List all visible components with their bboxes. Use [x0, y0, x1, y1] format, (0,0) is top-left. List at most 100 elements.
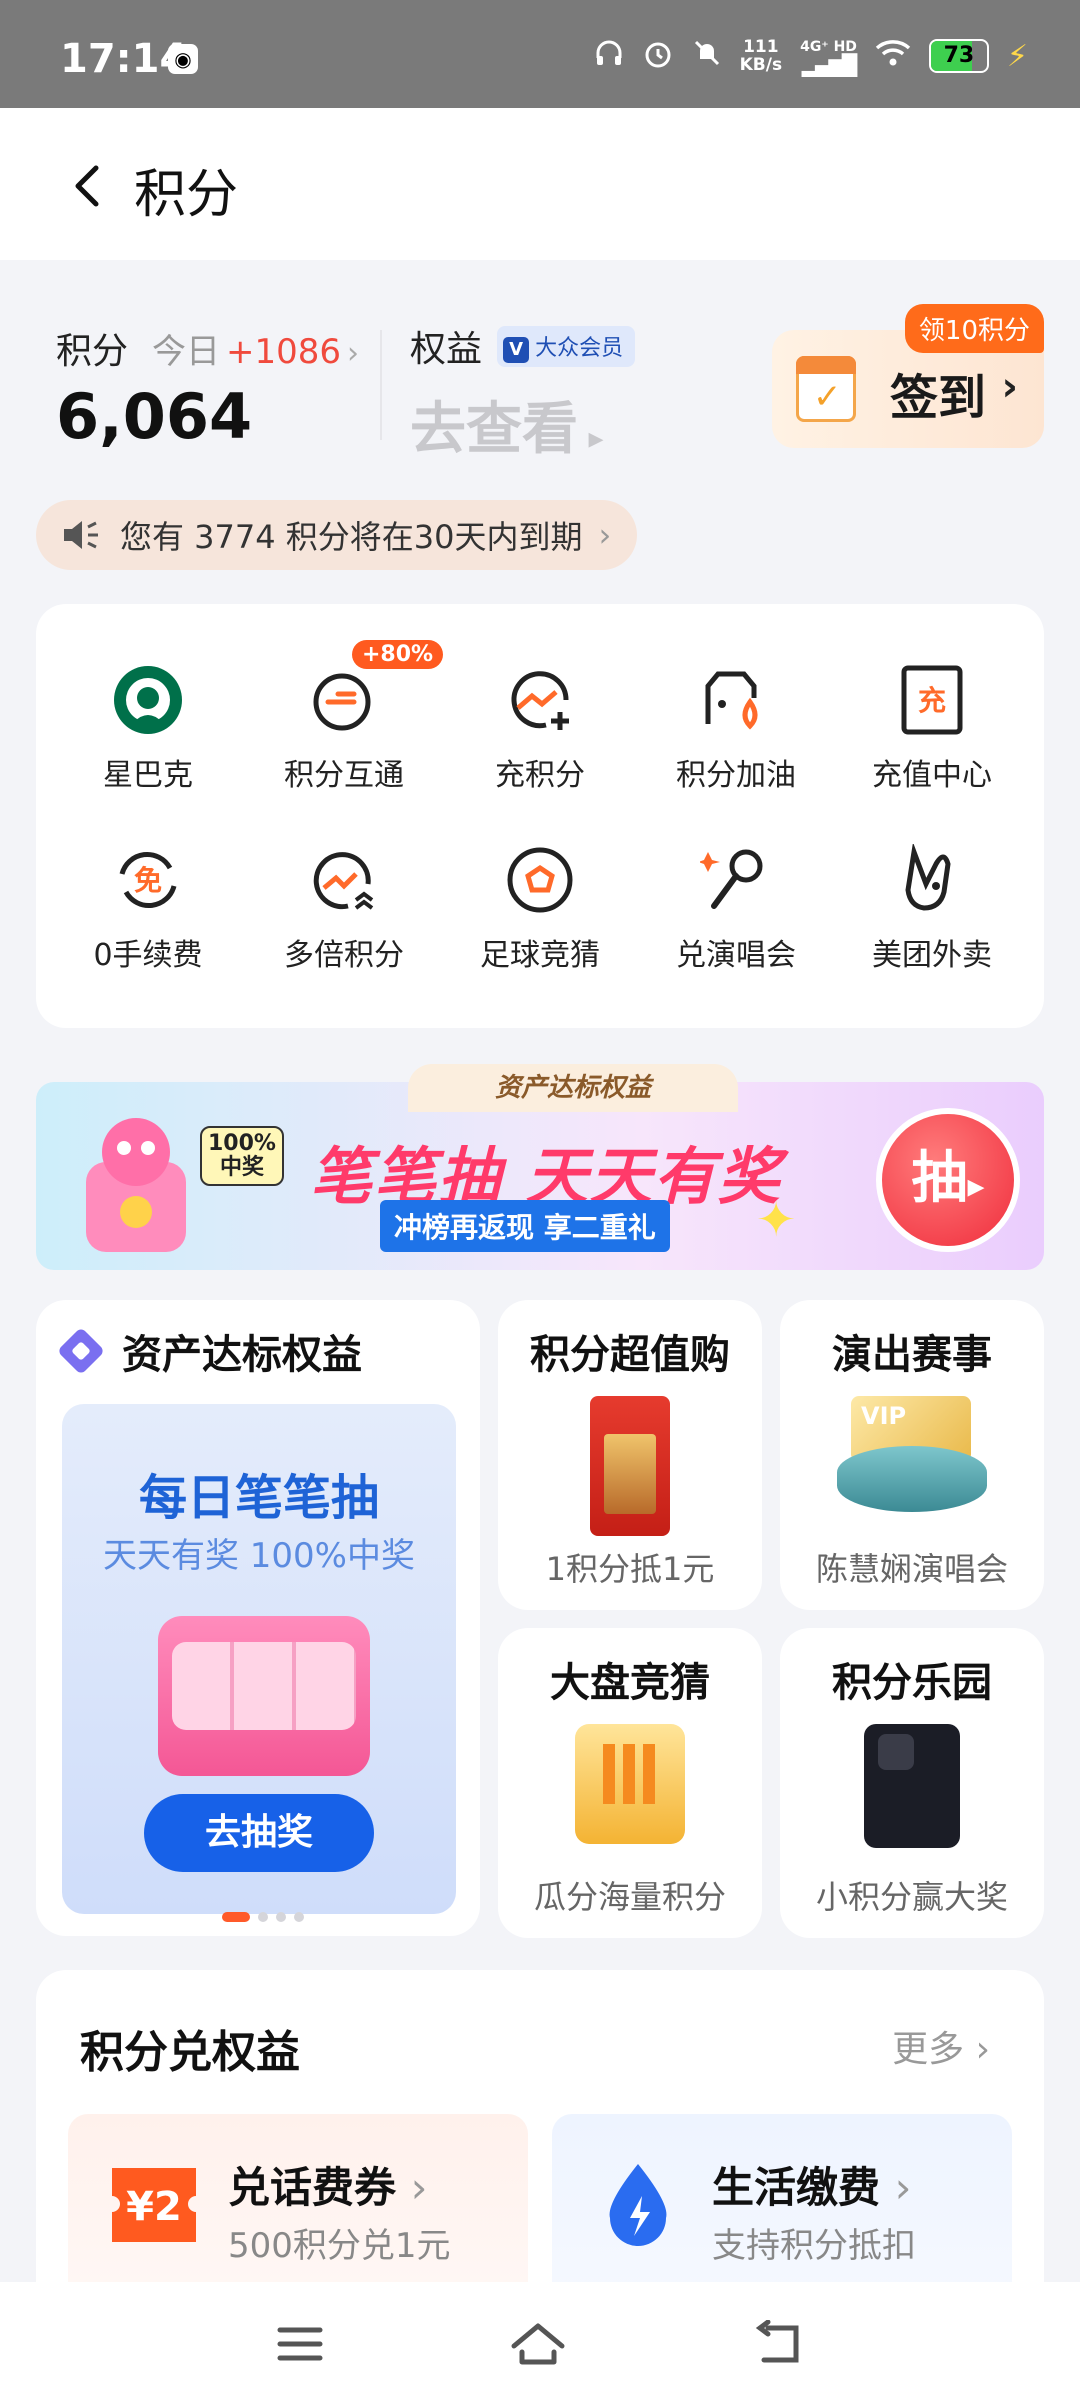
svg-text:免: 免: [134, 864, 162, 897]
chevron-right-icon: ›: [1001, 364, 1018, 410]
headphones-icon: [594, 38, 624, 75]
go-draw-button[interactable]: 去抽奖: [144, 1794, 374, 1872]
divider: [380, 330, 382, 440]
system-nav-bar: [0, 2282, 1080, 2408]
service-points-exchange[interactable]: +80% 积分互通: [246, 640, 444, 794]
checkin-button[interactable]: 领10积分 签到 ›: [772, 304, 1044, 448]
promo-title: 大盘竞猜: [550, 1660, 710, 1706]
points-exchange-icon: +80%: [308, 640, 444, 736]
menu-icon[interactable]: [272, 2320, 328, 2368]
fee-free-icon: 免: [112, 844, 184, 916]
signal-icon: 4G⁺ HD ▂▄▆█: [800, 39, 857, 77]
promo-desc: 小积分赢大奖: [815, 1878, 1008, 1916]
service-recharge[interactable]: 充 充值中心: [834, 664, 1030, 794]
microphone-icon: [698, 844, 772, 916]
service-football[interactable]: 足球竞猜: [442, 844, 638, 974]
alarm-icon: [642, 37, 674, 76]
rights-label: 权益: [410, 329, 483, 370]
asset-card-subheading: 天天有奖 100%中奖: [102, 1536, 415, 1576]
today-delta: +1086: [226, 332, 342, 372]
exchange-title: 生活缴费 ›: [712, 2163, 912, 2212]
mascot-image: [66, 1112, 206, 1262]
football-icon: [504, 844, 576, 916]
promo-card-market-guess[interactable]: 大盘竞猜 瓜分海量积分: [498, 1628, 762, 1938]
service-concert[interactable]: 兑演唱会: [638, 844, 834, 974]
service-fee-free[interactable]: 免 0手续费: [50, 844, 246, 974]
banner-tab: 资产达标权益: [408, 1064, 738, 1112]
multiply-points-icon: [308, 844, 380, 916]
promo-title: 积分乐园: [832, 1660, 992, 1706]
speaker-icon: [64, 521, 98, 549]
calendar-icon: [796, 356, 856, 422]
exchange-desc: 支持积分抵扣: [712, 2226, 916, 2266]
add-points-icon: [504, 664, 576, 736]
slot-machine-image: [158, 1616, 370, 1776]
back-icon[interactable]: [752, 2319, 808, 2368]
asset-rights-card[interactable]: 资产达标权益 每日笔笔抽 天天有奖 100%中奖 去抽奖: [36, 1300, 480, 1936]
recharge-icon: 充: [896, 664, 968, 736]
status-bar: 17:14 ◉ 111 KB/s 4G⁺ HD ▂▄▆█ 73 ⚡: [0, 0, 1080, 108]
chevron-right-icon: ›: [598, 516, 612, 554]
sparkle-icon: ✦: [756, 1192, 797, 1248]
svg-text:充: 充: [918, 684, 946, 717]
qq-icon: ◉: [168, 44, 198, 74]
mute-icon: [692, 38, 722, 75]
promo-card-points-shop[interactable]: 积分超值购 1积分抵1元: [498, 1300, 762, 1610]
chevron-right-icon: ›: [347, 336, 360, 371]
lottery-banner[interactable]: 资产达标权益 100% 中奖 笔笔抽 天天有奖 冲榜再返现 享二重礼 ✦ 抽▸: [36, 1064, 1044, 1270]
promo-card-shows[interactable]: 演出赛事 VIP 陈慧娴演唱会: [780, 1300, 1044, 1610]
more-link[interactable]: 更多 ›: [892, 2020, 990, 2072]
promo-title: 演出赛事: [832, 1332, 992, 1378]
rights-cta[interactable]: 去查看 ▸: [410, 384, 635, 465]
promo-desc: 陈慧娴演唱会: [815, 1550, 1008, 1588]
section-title: 积分兑权益: [80, 2027, 300, 2078]
promo-title: 积分超值购: [530, 1332, 730, 1378]
expire-text: 您有 3774 积分将在30天内到期: [120, 518, 583, 556]
v-icon: V: [503, 336, 530, 363]
header-bar: 积分: [0, 108, 1080, 260]
asset-card-panel: 每日笔笔抽 天天有奖 100%中奖 去抽奖: [62, 1404, 456, 1914]
promo-desc: 1积分抵1元: [545, 1550, 715, 1588]
badge-80: +80%: [352, 640, 444, 669]
battery-icon: 73: [928, 39, 989, 73]
service-add-points[interactable]: 充积分: [442, 664, 638, 794]
points-summary[interactable]: 积分 今日 +1086 › 6,064: [56, 322, 359, 453]
guarantee-badge: 100% 中奖: [200, 1126, 284, 1186]
asset-card-header: 资产达标权益: [56, 1322, 362, 1380]
back-button[interactable]: [60, 156, 120, 216]
member-badge: V 大众会员: [497, 325, 636, 367]
chevron-left-icon: [75, 165, 99, 207]
points-value: 6,064: [56, 380, 253, 453]
promo-desc: 瓜分海量积分: [533, 1878, 726, 1916]
lightning-drop-icon: [596, 2160, 680, 2250]
exchange-title: 兑话费券 ›: [228, 2163, 428, 2212]
home-icon[interactable]: [510, 2320, 566, 2368]
checkin-label: 签到: [890, 370, 987, 426]
bar-chart-image: [575, 1724, 685, 1844]
today-label: 今日: [152, 332, 221, 372]
carousel-dots: [222, 1912, 304, 1922]
banner-subtitle: 冲榜再返现 享二重礼: [380, 1200, 670, 1252]
expire-notice[interactable]: 您有 3774 积分将在30天内到期 ›: [36, 500, 638, 570]
meituan-icon: [896, 842, 968, 916]
asset-card-heading: 每日笔笔抽: [138, 1470, 379, 1526]
checkin-tag: 领10积分: [904, 304, 1044, 353]
service-multiply-points[interactable]: 多倍积分: [246, 844, 442, 974]
diamond-icon: [56, 1326, 106, 1376]
exchange-desc: 500积分兑1元: [228, 2226, 451, 2266]
net-speed: 111 KB/s: [739, 37, 783, 75]
draw-button[interactable]: 抽▸: [876, 1108, 1020, 1252]
wifi-icon: [875, 39, 911, 74]
page-title: 积分: [134, 165, 239, 225]
rights-section[interactable]: 权益 V 大众会员 去查看 ▸: [410, 320, 636, 465]
service-fuel[interactable]: 积分加油: [638, 664, 834, 794]
phone-image: [864, 1724, 960, 1848]
rice-bag-image: [590, 1396, 670, 1536]
starbucks-icon: [112, 664, 184, 736]
promo-card-points-park[interactable]: 积分乐园 小积分赢大奖: [780, 1628, 1044, 1938]
service-starbucks[interactable]: 星巴克: [50, 664, 246, 794]
vip-stadium-image: VIP: [837, 1396, 987, 1516]
status-icons: 111 KB/s 4G⁺ HD ▂▄▆█ 73 ⚡: [594, 34, 1028, 78]
service-meituan[interactable]: 美团外卖: [834, 842, 1030, 974]
points-label: 积分: [56, 331, 129, 372]
